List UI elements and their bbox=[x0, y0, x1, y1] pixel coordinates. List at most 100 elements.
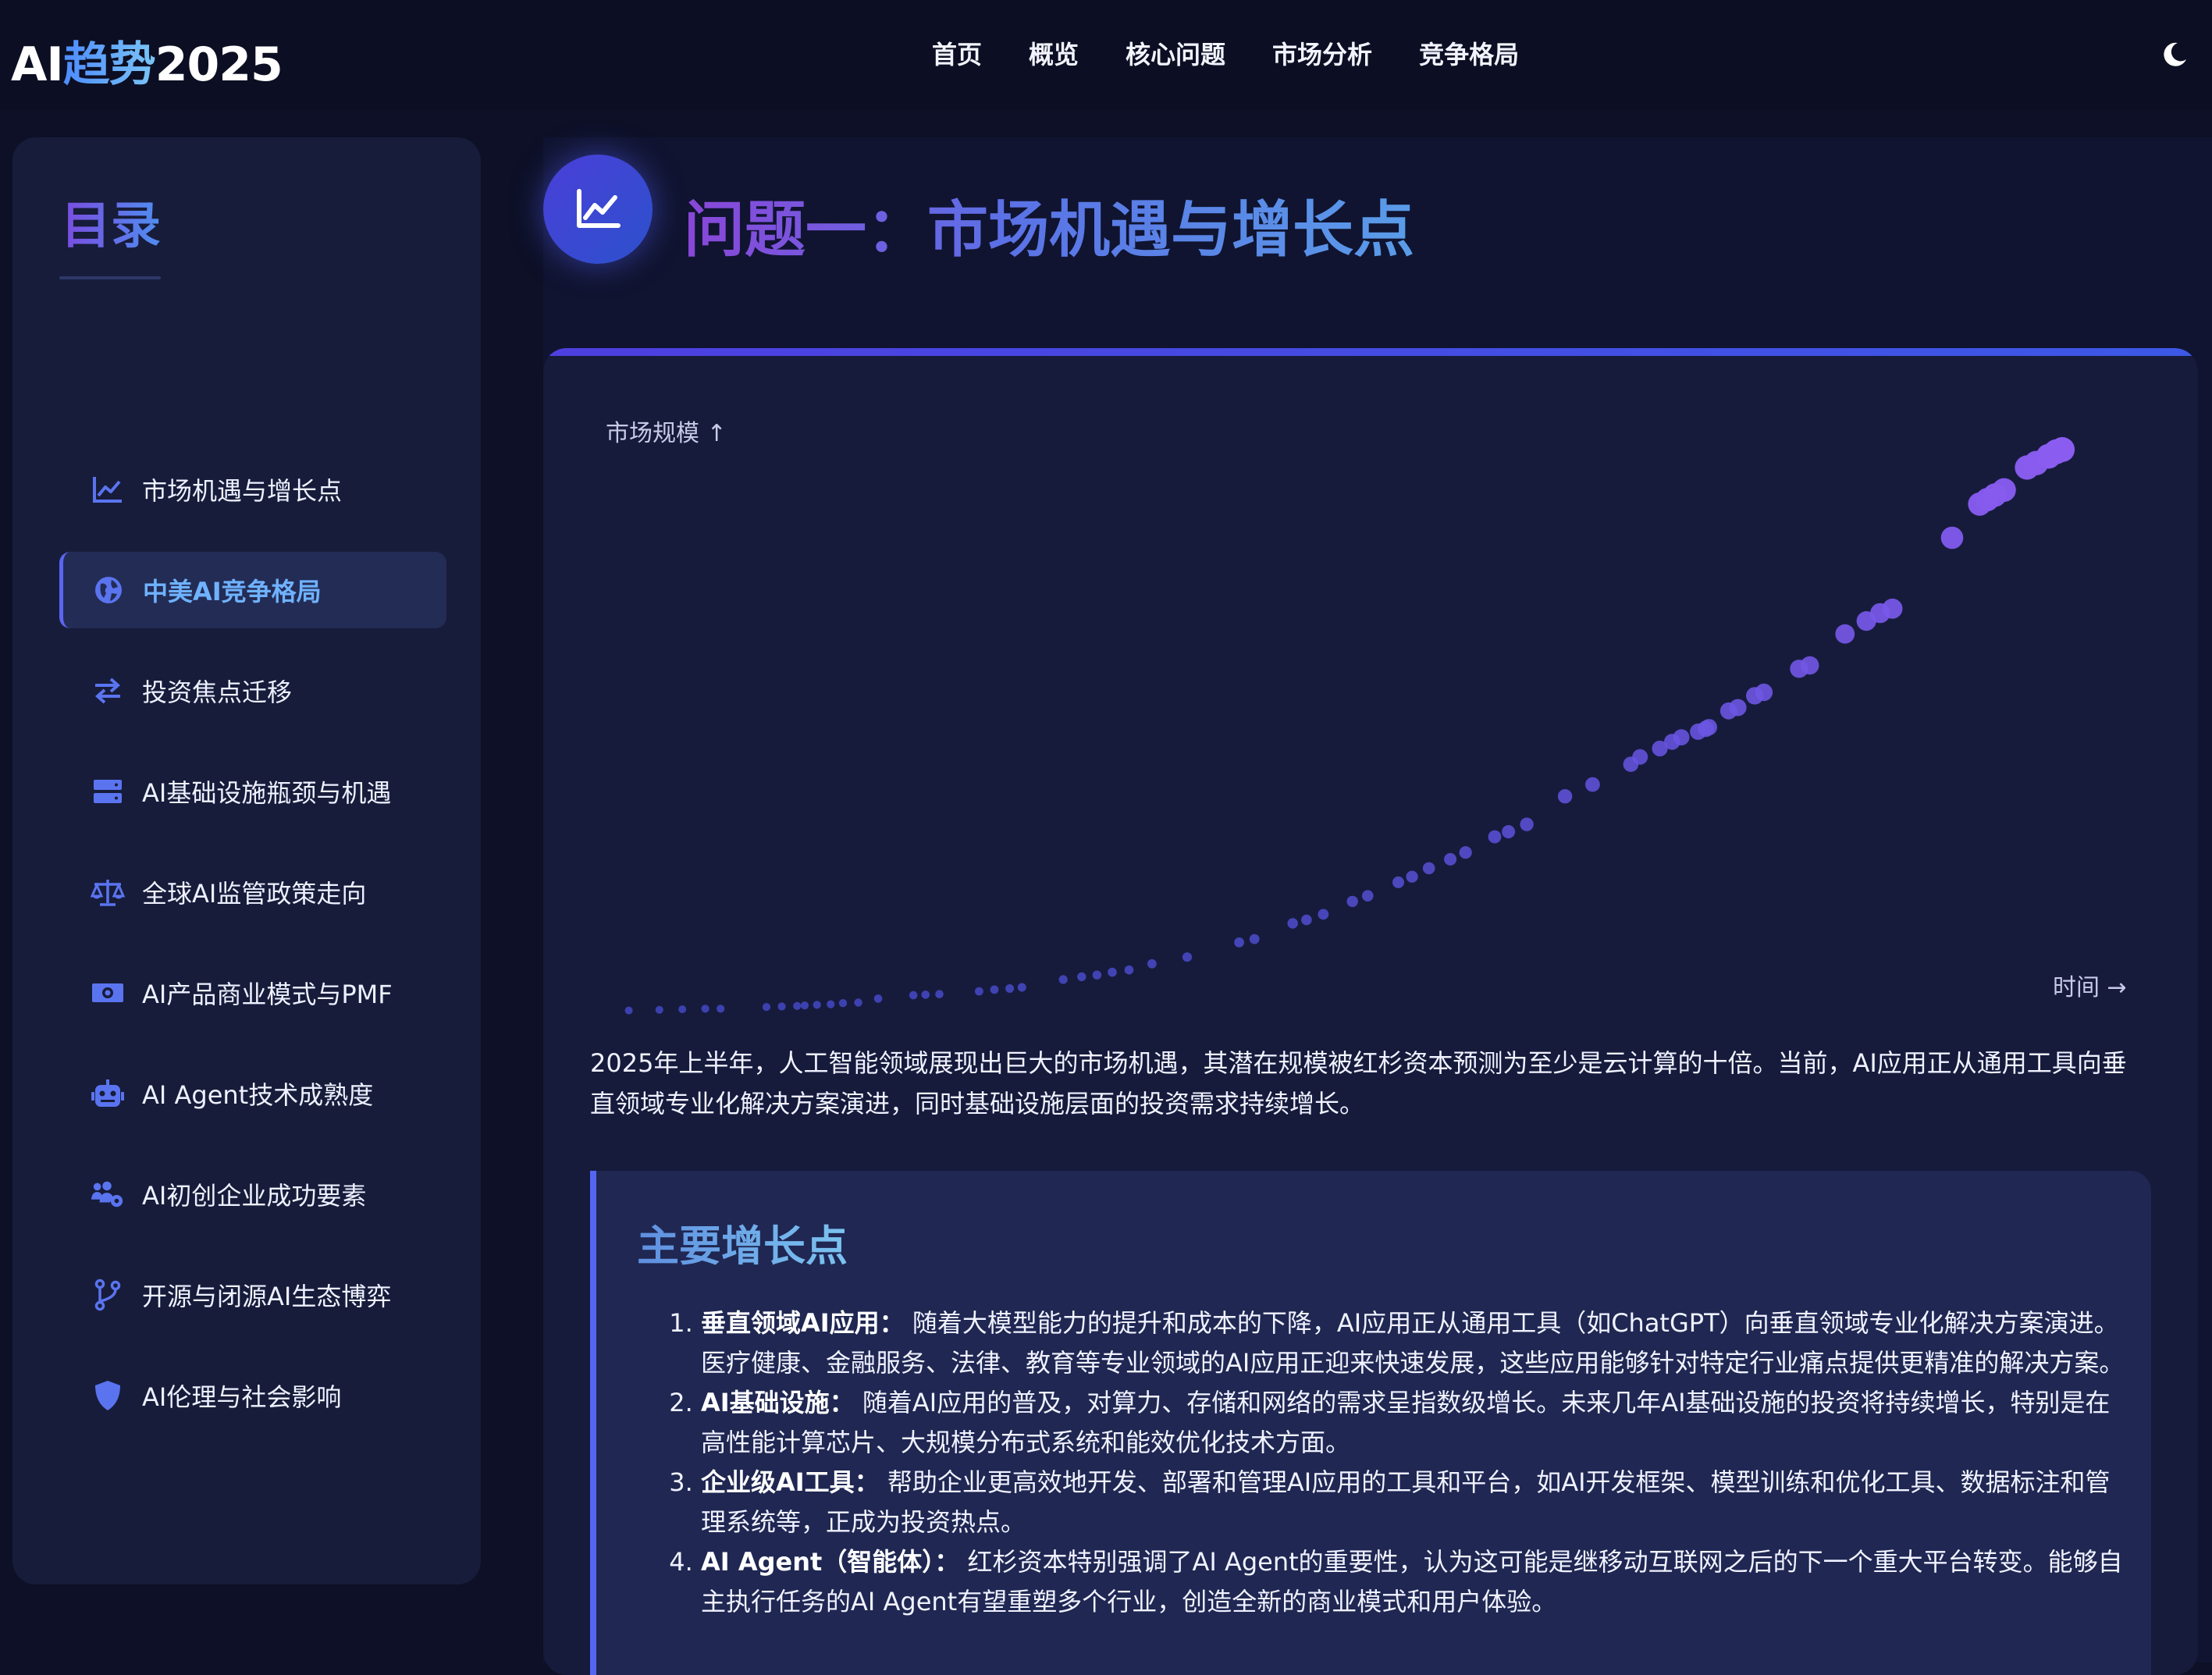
scatter-point bbox=[800, 1001, 809, 1010]
exchange-arrows-icon bbox=[91, 674, 125, 708]
scatter-point bbox=[1755, 683, 1773, 702]
scatter-point bbox=[1835, 624, 1855, 644]
scatter-point bbox=[827, 1000, 835, 1008]
scatter-point bbox=[777, 1002, 786, 1011]
toc-item-label: AI基础设施瓶颈与机遇 bbox=[142, 778, 392, 808]
scatter-point bbox=[1632, 749, 1648, 765]
robot-icon bbox=[91, 1076, 125, 1111]
toc-item-regulation[interactable]: 全球AI监管政策走向 bbox=[59, 854, 446, 930]
toc-item-label: 投资焦点迁移 bbox=[142, 677, 293, 707]
question-badge bbox=[543, 155, 653, 264]
scatter-point bbox=[873, 994, 883, 1003]
toc-item-ethics[interactable]: AI伦理与社会影响 bbox=[59, 1357, 446, 1434]
scatter-point bbox=[624, 1006, 633, 1015]
sidebar: 目录 市场机遇与增长点 中美AI竞争格局 投资焦点迁移 AI基础设施瓶颈与机遇 bbox=[12, 137, 481, 1584]
users-gear-icon bbox=[91, 1177, 125, 1211]
nav-competition[interactable]: 竞争格局 bbox=[1419, 39, 1519, 70]
scatter-point bbox=[793, 1001, 802, 1010]
scatter-point bbox=[1182, 952, 1193, 962]
growth-item: AI基础设施： 随着AI应用的普及，对算力、存储和网络的需求呈指数级增长。未来几… bbox=[701, 1383, 2126, 1463]
shield-icon bbox=[91, 1378, 125, 1413]
market-growth-chart bbox=[590, 411, 2182, 1035]
scatter-point bbox=[838, 999, 848, 1008]
top-navbar: AI趋势2025 首页 概览 核心问题 市场分析 竞争格局 bbox=[0, 0, 2212, 109]
toc-item-investment-shift[interactable]: 投资焦点迁移 bbox=[59, 653, 446, 729]
scatter-point bbox=[1585, 777, 1600, 792]
growth-item-text: 随着AI应用的普及，对算力、存储和网络的需求呈指数级增长。未来几年AI基础设施的… bbox=[701, 1388, 2111, 1457]
scatter-point bbox=[1108, 967, 1117, 977]
growth-item-heading: AI基础设施： bbox=[701, 1388, 855, 1417]
toc-item-label: 全球AI监管政策走向 bbox=[142, 879, 367, 909]
scatter-point bbox=[1346, 895, 1358, 908]
scatter-point bbox=[1058, 975, 1068, 984]
toc-item-label: AI产品商业模式与PMF bbox=[142, 980, 393, 1009]
growth-item: AI Agent（智能体）： 红杉资本特别强调了AI Agent的重要性，认为这… bbox=[701, 1542, 2126, 1622]
main-nav: 首页 概览 核心问题 市场分析 竞争格局 bbox=[932, 39, 1566, 70]
scatter-point bbox=[921, 990, 930, 999]
growth-item: 企业级AI工具： 帮助企业更高效地开发、部署和管理AI应用的工具和平台，如AI开… bbox=[701, 1463, 2126, 1542]
scatter-point bbox=[1729, 699, 1747, 717]
scatter-point bbox=[1557, 789, 1573, 804]
theme-toggle-button[interactable] bbox=[2154, 34, 2195, 75]
scatter-point bbox=[1882, 598, 1903, 619]
toc-item-startup-success[interactable]: AI初创企业成功要素 bbox=[59, 1156, 446, 1232]
toc-item-label: 开源与闭源AI生态博弈 bbox=[142, 1282, 392, 1311]
scatter-point bbox=[762, 1003, 771, 1012]
nav-core-issues[interactable]: 核心问题 bbox=[1126, 39, 1225, 70]
content-card: 市场规模 ↑ 时间 → 2025年上半年，人工智能领域展现出巨大的市场机遇，其潜… bbox=[543, 348, 2198, 1675]
intro-paragraph: 2025年上半年，人工智能领域展现出巨大的市场机遇，其潜在规模被红杉资本预测为至… bbox=[590, 1048, 2127, 1118]
scatter-point bbox=[1488, 830, 1502, 844]
toc-item-label: 市场机遇与增长点 bbox=[142, 476, 343, 506]
chart-y-axis-label: 市场规模 ↑ bbox=[606, 420, 727, 447]
scatter-point bbox=[1700, 719, 1717, 736]
toc-item-ai-agent[interactable]: AI Agent技术成熟度 bbox=[59, 1055, 446, 1132]
toc-item-market-opportunity[interactable]: 市场机遇与增长点 bbox=[59, 451, 446, 528]
page-title: 问题一：市场机遇与增长点 bbox=[684, 181, 1414, 268]
scatter-point bbox=[678, 1005, 687, 1014]
scatter-point bbox=[813, 1001, 821, 1009]
toc-item-china-us-competition[interactable]: 中美AI竞争格局 bbox=[59, 552, 446, 628]
scatter-point bbox=[1092, 970, 1102, 980]
logo-suffix: 2025 bbox=[155, 37, 283, 92]
scatter-point bbox=[1406, 870, 1418, 883]
scatter-point bbox=[1362, 890, 1374, 902]
toc-item-infrastructure[interactable]: AI基础设施瓶颈与机遇 bbox=[59, 753, 446, 830]
toc-item-open-closed-source[interactable]: 开源与闭源AI生态博弈 bbox=[59, 1257, 446, 1333]
growth-item: 垂直领域AI应用： 随着大模型能力的提升和成本的下降，AI应用正从通用工具（如C… bbox=[701, 1303, 2126, 1383]
nav-home[interactable]: 首页 bbox=[932, 39, 982, 70]
toc-title: 目录 bbox=[61, 186, 161, 258]
scatter-point bbox=[1444, 852, 1457, 866]
scatter-point bbox=[1249, 934, 1260, 944]
scatter-point bbox=[1673, 729, 1690, 745]
scatter-point bbox=[935, 990, 944, 998]
scatter-point bbox=[1124, 965, 1134, 975]
scatter-point bbox=[1147, 958, 1157, 969]
growth-item-heading: 垂直领域AI应用： bbox=[701, 1308, 905, 1338]
scatter-point bbox=[1520, 817, 1534, 831]
growth-item-text: 帮助企业更高效地开发、部署和管理AI应用的工具和平台，如AI开发框架、模型训练和… bbox=[701, 1467, 2111, 1537]
chart-line-icon bbox=[91, 472, 125, 507]
toc-item-business-model[interactable]: AI产品商业模式与PMF bbox=[59, 955, 446, 1031]
scatter-point bbox=[1234, 937, 1244, 948]
toc-item-label: AI Agent技术成熟度 bbox=[142, 1080, 374, 1110]
moon-icon bbox=[2164, 42, 2186, 66]
chart-line-icon bbox=[577, 189, 621, 228]
growth-item-heading: AI Agent（智能体）： bbox=[701, 1547, 960, 1577]
scatter-point bbox=[1077, 972, 1086, 982]
growth-item-heading: 企业级AI工具： bbox=[701, 1467, 880, 1497]
code-branch-icon bbox=[91, 1278, 125, 1312]
scatter-point bbox=[975, 987, 983, 996]
nav-overview[interactable]: 概览 bbox=[1029, 39, 1079, 70]
growth-points-title: 主要增长点 bbox=[637, 1211, 848, 1273]
site-logo[interactable]: AI趋势2025 bbox=[11, 27, 283, 94]
toc-divider bbox=[59, 276, 161, 279]
scatter-point bbox=[1318, 909, 1329, 920]
scatter-point bbox=[1940, 526, 1964, 549]
scatter-point bbox=[1502, 825, 1516, 839]
scatter-point bbox=[1992, 478, 2016, 502]
nav-market-analysis[interactable]: 市场分析 bbox=[1272, 39, 1372, 70]
scatter-point bbox=[1017, 983, 1026, 992]
chart-x-axis-label: 时间 → bbox=[2053, 974, 2127, 1001]
scatter-point bbox=[909, 990, 918, 1000]
money-bill-icon bbox=[91, 976, 125, 1010]
